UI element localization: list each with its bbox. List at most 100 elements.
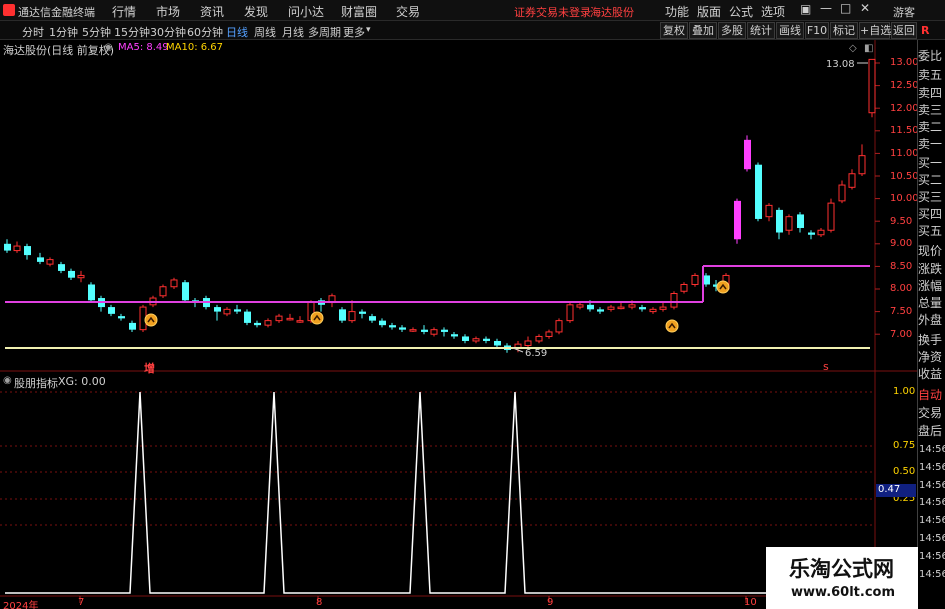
- candle-body: [785, 216, 793, 231]
- candle-body: [808, 232, 815, 235]
- period-fenshi[interactable]: 分时: [22, 24, 44, 40]
- minimize-icon[interactable]: —: [820, 1, 832, 15]
- candle-body: [24, 246, 31, 256]
- menu-xuanxiang[interactable]: 选项: [761, 3, 785, 20]
- sub-toggle-icon[interactable]: ◉: [3, 375, 12, 386]
- menu-faxian[interactable]: 发现: [244, 3, 268, 20]
- tick-time: 14:56: [919, 462, 945, 473]
- candle: [68, 268, 75, 280]
- tool-diejia[interactable]: 叠加: [689, 22, 717, 39]
- tool-biaoji[interactable]: 标记: [830, 22, 858, 39]
- candlestick-series: [4, 58, 876, 353]
- candle-body: [399, 327, 406, 330]
- close-icon[interactable]: ✕: [860, 1, 870, 15]
- maximize-icon[interactable]: □: [840, 1, 851, 15]
- period-more[interactable]: 更多: [343, 24, 365, 40]
- tick-time: 14:56: [919, 480, 945, 491]
- candle-body: [58, 264, 65, 271]
- candle: [369, 313, 376, 323]
- period-30min[interactable]: 30分钟: [150, 24, 186, 40]
- kline-chart[interactable]: [0, 40, 918, 609]
- candle: [77, 270, 85, 283]
- guest-user[interactable]: 游客: [893, 4, 915, 20]
- candle: [286, 313, 294, 321]
- menu-banmian[interactable]: 版面: [697, 3, 721, 20]
- tool-fuquan[interactable]: 复权: [660, 22, 688, 39]
- candle-body: [524, 340, 532, 347]
- menu-shichang[interactable]: 市场: [156, 3, 180, 20]
- quote-outer: 外盘: [918, 313, 943, 327]
- trade-auto[interactable]: 自动: [918, 386, 945, 403]
- candle: [379, 318, 386, 328]
- tool-duogu[interactable]: 多股: [718, 22, 746, 39]
- menu-caifuquan[interactable]: 财富圈: [341, 3, 377, 20]
- quote-buy4: 买四: [918, 207, 943, 221]
- candle: [597, 307, 604, 314]
- tool-fanhui[interactable]: 返回: [891, 22, 917, 39]
- candle-body: [639, 307, 646, 310]
- menu-jiaoyi[interactable]: 交易: [396, 3, 420, 20]
- trade-status[interactable]: 证券交易未登录: [514, 4, 591, 20]
- period-day[interactable]: 日线: [226, 24, 248, 40]
- period-multi[interactable]: 多周期: [308, 24, 341, 40]
- menu-gongneng[interactable]: 功能: [665, 3, 689, 20]
- candle-body: [776, 209, 783, 233]
- y-tick-10: 10.00: [890, 193, 919, 204]
- candle: [441, 327, 448, 337]
- candle-body: [628, 304, 636, 308]
- candle-body: [46, 259, 54, 265]
- menu-hangqing[interactable]: 行情: [112, 3, 136, 20]
- x-label-9: 9: [547, 597, 554, 608]
- y-tick-13: 13.00: [890, 57, 919, 68]
- menu-zixun[interactable]: 资讯: [200, 3, 224, 20]
- ma-toggle-icon[interactable]: ◉: [104, 42, 113, 53]
- candle-body: [797, 214, 804, 228]
- y-tick-11-5: 11.50: [890, 125, 919, 136]
- candle-body: [472, 338, 480, 342]
- period-1min[interactable]: 1分钟: [49, 24, 78, 40]
- main-panel-title: 海达股份(日线 前复权): [3, 44, 115, 57]
- chevron-down-icon[interactable]: ▾: [366, 25, 371, 35]
- tool-tongji[interactable]: 统计: [747, 22, 775, 39]
- candle: [170, 277, 178, 289]
- window-mode-icon[interactable]: ▣: [800, 2, 811, 16]
- candle-body: [462, 336, 469, 341]
- s-marker: s: [823, 360, 829, 373]
- candle: [607, 304, 615, 312]
- trade-afterhours[interactable]: 盘后: [918, 422, 945, 439]
- candle: [617, 302, 625, 310]
- candle-body: [858, 155, 866, 175]
- period-60min[interactable]: 60分钟: [187, 24, 223, 40]
- candle: [744, 135, 751, 172]
- candle: [108, 304, 115, 317]
- y-tick-11: 11.00: [890, 148, 919, 159]
- candle: [670, 291, 678, 310]
- candle-body: [286, 317, 294, 321]
- period-week[interactable]: 周线: [254, 24, 276, 40]
- app-window: { "topbar": { "app_title": "通达信金融终端", "m…: [0, 0, 945, 609]
- sub-panel-title: 股朋指标: [14, 377, 58, 390]
- r-icon[interactable]: R: [921, 24, 929, 37]
- tool-huaxian[interactable]: 画线: [776, 22, 804, 39]
- menu-gongshi[interactable]: 公式: [729, 3, 753, 20]
- quote-buy2: 买二: [918, 173, 943, 187]
- period-month[interactable]: 月线: [282, 24, 304, 40]
- candle-body: [566, 304, 574, 322]
- tool-f10[interactable]: F10: [805, 22, 829, 39]
- tool-zixuan[interactable]: +自选: [859, 22, 891, 39]
- ma10-label: MA10: 6.67: [166, 42, 224, 53]
- trade-trade[interactable]: 交易: [918, 404, 945, 421]
- candle-body: [838, 184, 846, 202]
- period-15min[interactable]: 15分钟: [114, 24, 150, 40]
- menu-wenxiaoda[interactable]: 问小达: [288, 3, 324, 20]
- period-5min[interactable]: 5分钟: [82, 24, 111, 40]
- quote-sell2: 卖二: [918, 120, 943, 134]
- signal-circle: [144, 313, 158, 327]
- panel-toggle-icon[interactable]: ◧: [864, 43, 873, 54]
- candle: [296, 316, 304, 323]
- candle-body: [494, 340, 501, 346]
- diamond-icon[interactable]: ◇: [849, 43, 857, 54]
- candle-body: [348, 311, 356, 322]
- signal-circle: [665, 319, 679, 333]
- quote-volume: 总量: [918, 296, 943, 310]
